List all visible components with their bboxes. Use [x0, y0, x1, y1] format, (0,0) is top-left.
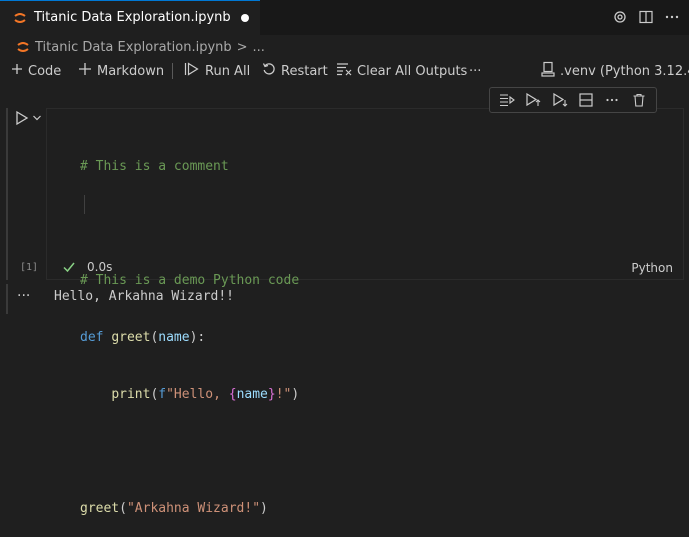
unsaved-dot-icon[interactable]: [241, 14, 249, 22]
notebook-toolbar: Code Markdown Run All Restart Clear All …: [0, 58, 689, 84]
clear-outputs-icon: [336, 62, 352, 80]
toolbar-divider: [172, 63, 173, 79]
jupyter-icon: [16, 40, 30, 54]
jupyter-icon: [13, 11, 27, 25]
execute-above-icon[interactable]: [498, 91, 516, 109]
code-punct: (: [150, 387, 159, 402]
run-all-label: Run All: [205, 63, 251, 79]
add-code-cell-button[interactable]: Code: [11, 61, 61, 81]
plus-icon: [11, 63, 23, 79]
restart-kernel-button[interactable]: Restart: [262, 61, 328, 81]
settings-gear-icon[interactable]: [611, 8, 629, 26]
run-all-button[interactable]: Run All: [184, 61, 250, 81]
split-cell-icon[interactable]: [577, 91, 595, 109]
breadcrumb-file[interactable]: Titanic Data Exploration.ipynb: [35, 40, 232, 55]
code-brace: {: [228, 387, 237, 402]
restart-icon: [262, 62, 276, 80]
breadcrumb-tail[interactable]: ...: [253, 40, 265, 55]
breadcrumb-separator: >: [236, 39, 248, 55]
code-fstring-prefix: f: [158, 387, 167, 402]
code-parameter: name: [158, 330, 190, 345]
delete-icon[interactable]: [630, 91, 648, 109]
chevron-down-icon[interactable]: [32, 112, 42, 122]
output-more-button[interactable]: ···: [17, 288, 30, 304]
editor-tab-bar: Titanic Data Exploration.ipynb: [0, 0, 689, 35]
tab-title: Titanic Data Exploration.ipynb: [34, 10, 231, 25]
code-function-name: greet: [111, 330, 151, 345]
kernel-picker[interactable]: .venv (Python 3.12.4): [541, 61, 689, 81]
code-function-name: greet: [80, 501, 120, 516]
code-punct: (: [119, 501, 127, 516]
split-editor-icon[interactable]: [637, 8, 655, 26]
code-comment: # This is a comment: [80, 159, 229, 174]
more-icon[interactable]: [603, 91, 621, 109]
cell-output-text: Hello, Arkahna Wizard!!: [54, 289, 235, 304]
execute-below-icon[interactable]: [524, 91, 542, 109]
code-punct: ):: [189, 330, 206, 345]
toolbar-more-button[interactable]: ···: [469, 61, 481, 81]
run-cell-icon[interactable]: [14, 110, 30, 126]
clear-all-outputs-button[interactable]: Clear All Outputs: [336, 61, 467, 81]
cell-toolbar: [489, 87, 657, 113]
plus-icon: [78, 62, 92, 80]
kernel-label: .venv (Python 3.12.4): [560, 63, 689, 79]
cell-language-picker[interactable]: Python: [631, 261, 673, 275]
code-function-name: print: [111, 387, 151, 402]
code-string: "Arkahna Wizard!": [126, 501, 261, 516]
code-comment: # This is a demo Python code: [80, 273, 300, 288]
clear-outputs-label: Clear All Outputs: [357, 63, 468, 79]
success-check-icon: [62, 260, 76, 274]
code-content: # This is a comment # This is a demo Pyt…: [80, 119, 299, 537]
code-string: "Hello,: [166, 387, 229, 402]
add-markdown-cell-button[interactable]: Markdown: [78, 61, 164, 81]
code-punct: (: [150, 330, 159, 345]
more-actions-icon[interactable]: [663, 8, 681, 26]
cell-focus-indicator: [6, 108, 8, 280]
code-keyword: def: [80, 330, 104, 345]
more-icon: ···: [469, 63, 482, 79]
add-markdown-label: Markdown: [97, 63, 165, 79]
execution-time: 0.0s: [87, 260, 113, 274]
notebook-tab[interactable]: Titanic Data Exploration.ipynb: [0, 0, 260, 35]
code-punct: ): [291, 387, 300, 402]
run-below-icon[interactable]: [551, 91, 569, 109]
run-all-icon: [184, 62, 200, 80]
add-code-label: Code: [28, 63, 62, 79]
breadcrumb: Titanic Data Exploration.ipynb > ...: [16, 36, 265, 58]
output-focus-indicator: [6, 284, 8, 314]
kernel-icon: [541, 61, 555, 81]
restart-label: Restart: [281, 63, 328, 79]
code-string: !": [275, 387, 292, 402]
code-punct: ): [260, 501, 268, 516]
code-brace: }: [267, 387, 276, 402]
execution-count: [1]: [20, 262, 39, 273]
code-variable: name: [236, 387, 268, 402]
